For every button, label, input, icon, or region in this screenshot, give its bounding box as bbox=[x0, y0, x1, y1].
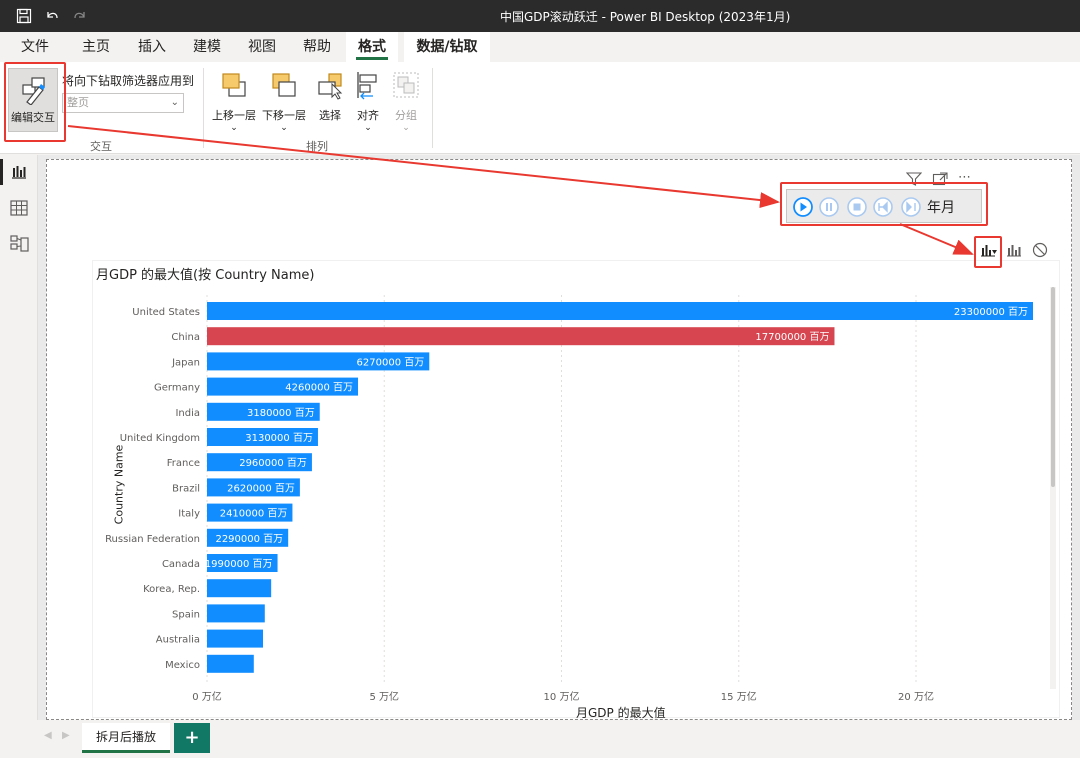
annotation-arrows bbox=[67, 125, 974, 255]
tab-scroll-right-icon[interactable]: ▶ bbox=[62, 730, 70, 741]
add-page-button[interactable]: + bbox=[174, 723, 210, 753]
page-tab-active[interactable]: 拆月后播放 bbox=[82, 723, 170, 753]
tab-scroll-left-icon[interactable]: ◀ bbox=[44, 730, 52, 741]
